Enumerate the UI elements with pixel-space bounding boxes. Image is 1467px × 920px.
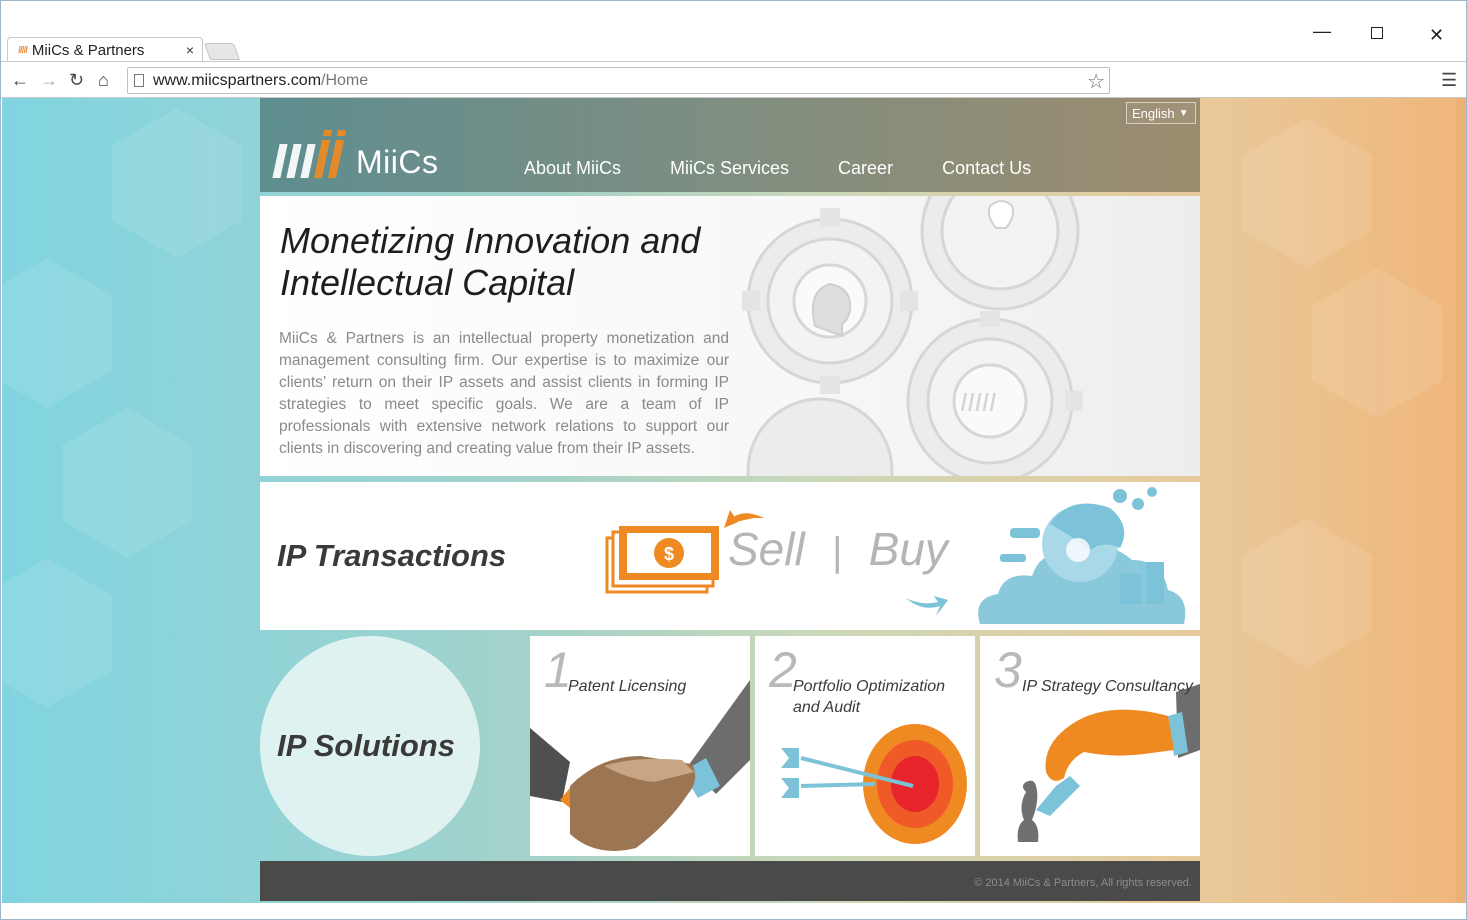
url-path: /Home xyxy=(321,71,369,89)
nav-career[interactable]: Career xyxy=(838,158,893,179)
bg-hexagon xyxy=(112,108,242,258)
bg-hexagon xyxy=(2,558,112,708)
title-bar: IIIII MiiCs & Partners × — ✕ xyxy=(1,1,1466,62)
logo-bar xyxy=(286,144,302,178)
logo-text: MiiCs xyxy=(356,144,439,180)
bg-hexagon xyxy=(62,408,192,558)
favicon-icon: IIIII xyxy=(18,44,28,56)
site-logo[interactable]: MiiCs xyxy=(272,128,439,180)
maximize-button[interactable] xyxy=(1371,27,1383,39)
svg-text:IIIII: IIIII xyxy=(960,387,996,417)
money-icon: $ xyxy=(605,526,719,594)
language-select[interactable]: English ▼ xyxy=(1126,102,1196,124)
logo-bar xyxy=(300,144,316,178)
divider-label: | xyxy=(831,530,842,574)
bg-hexagon xyxy=(1242,518,1372,668)
url-host: www.miicspartners.com xyxy=(153,71,322,89)
card-number: 3 xyxy=(994,642,1022,698)
dropdown-caret-icon: ▼ xyxy=(1178,107,1189,119)
solution-card-portfolio-optimization[interactable]: 2 Portfolio Optimization and Audit xyxy=(755,636,975,856)
back-icon[interactable]: ← xyxy=(11,70,29,91)
star-icon[interactable]: ☆ xyxy=(1087,69,1105,94)
home-icon[interactable]: ⌂ xyxy=(98,70,109,91)
address-bar[interactable]: www.miicspartners.com /Home ☆ xyxy=(127,67,1110,94)
scrollbar-track[interactable] xyxy=(1456,98,1466,903)
sell-label: Sell xyxy=(728,523,805,575)
site-header: English ▼ MiiCs About MiiCs MiiCs Servic… xyxy=(260,98,1200,192)
hero-section: Monetizing Innovation and Intellectual C… xyxy=(260,196,1200,476)
minimize-button[interactable]: — xyxy=(1313,21,1331,42)
forward-icon[interactable]: → xyxy=(40,70,58,91)
browser-toolbar: ← → ↻ ⌂ www.miicspartners.com /Home ☆ ☰ xyxy=(1,61,1466,98)
new-tab-button[interactable] xyxy=(203,43,241,60)
logo-bar-accent xyxy=(313,140,331,178)
ip-transactions-section[interactable]: IP Transactions $ Sell | Buy xyxy=(260,482,1200,630)
site-container: English ▼ MiiCs About MiiCs MiiCs Servic… xyxy=(260,98,1200,903)
ip-solutions-title: IP Solutions xyxy=(277,728,455,763)
browser-window: IIIII MiiCs & Partners × — ✕ ← → ↻ ⌂ www… xyxy=(0,0,1467,920)
hero-body: MiiCs & Partners is an intellectual prop… xyxy=(279,330,729,457)
logo-bar-accent xyxy=(327,140,345,178)
card-label: Patent Licensing xyxy=(568,678,687,695)
buy-arrow-icon xyxy=(906,596,948,616)
tab-title: MiiCs & Partners xyxy=(31,41,145,59)
hero-title: Monetizing Innovation and Intellectual C… xyxy=(280,220,701,303)
bg-hexagon xyxy=(1242,118,1372,268)
logo-bar xyxy=(272,144,288,178)
currency-symbol: $ xyxy=(664,544,674,564)
main-nav: About MiiCs MiiCs Services Career Contac… xyxy=(524,158,1080,179)
solution-card-patent-licensing[interactable]: 1 Patent Licensing xyxy=(530,636,750,856)
copyright-text: © 2014 MiiCs & Partners, All rights rese… xyxy=(974,877,1192,889)
nav-services[interactable]: MiiCs Services xyxy=(670,158,789,179)
bg-hexagon xyxy=(1312,268,1442,418)
browser-tab[interactable]: IIIII MiiCs & Partners × xyxy=(7,37,203,62)
nav-about[interactable]: About MiiCs xyxy=(524,158,621,179)
site-footer: © 2014 MiiCs & Partners, All rights rese… xyxy=(260,861,1200,901)
page-viewport: English ▼ MiiCs About MiiCs MiiCs Servic… xyxy=(2,98,1466,903)
language-value: English xyxy=(1132,105,1175,121)
world-ideas-illustration xyxy=(978,487,1186,624)
solution-card-ip-strategy[interactable]: 3 IP Strategy Consultancy xyxy=(980,636,1200,856)
page-icon xyxy=(134,74,144,87)
window-close-button[interactable]: ✕ xyxy=(1429,25,1444,46)
reload-icon[interactable]: ↻ xyxy=(69,70,84,91)
sell-buy-label: Sell | Buy xyxy=(728,522,948,576)
tab-close-icon[interactable]: × xyxy=(186,42,194,58)
nav-contact[interactable]: Contact Us xyxy=(942,158,1031,179)
menu-icon[interactable]: ☰ xyxy=(1441,70,1457,91)
buy-label: Buy xyxy=(868,523,948,575)
bg-hexagon xyxy=(2,258,112,408)
gears-illustration: IIIII xyxy=(742,196,1083,476)
card-label: Portfolio Optimization and Audit xyxy=(793,678,946,716)
ip-transactions-title: IP Transactions xyxy=(277,538,507,573)
card-label: IP Strategy Consultancy xyxy=(1022,678,1194,695)
logo-mark xyxy=(272,140,345,178)
